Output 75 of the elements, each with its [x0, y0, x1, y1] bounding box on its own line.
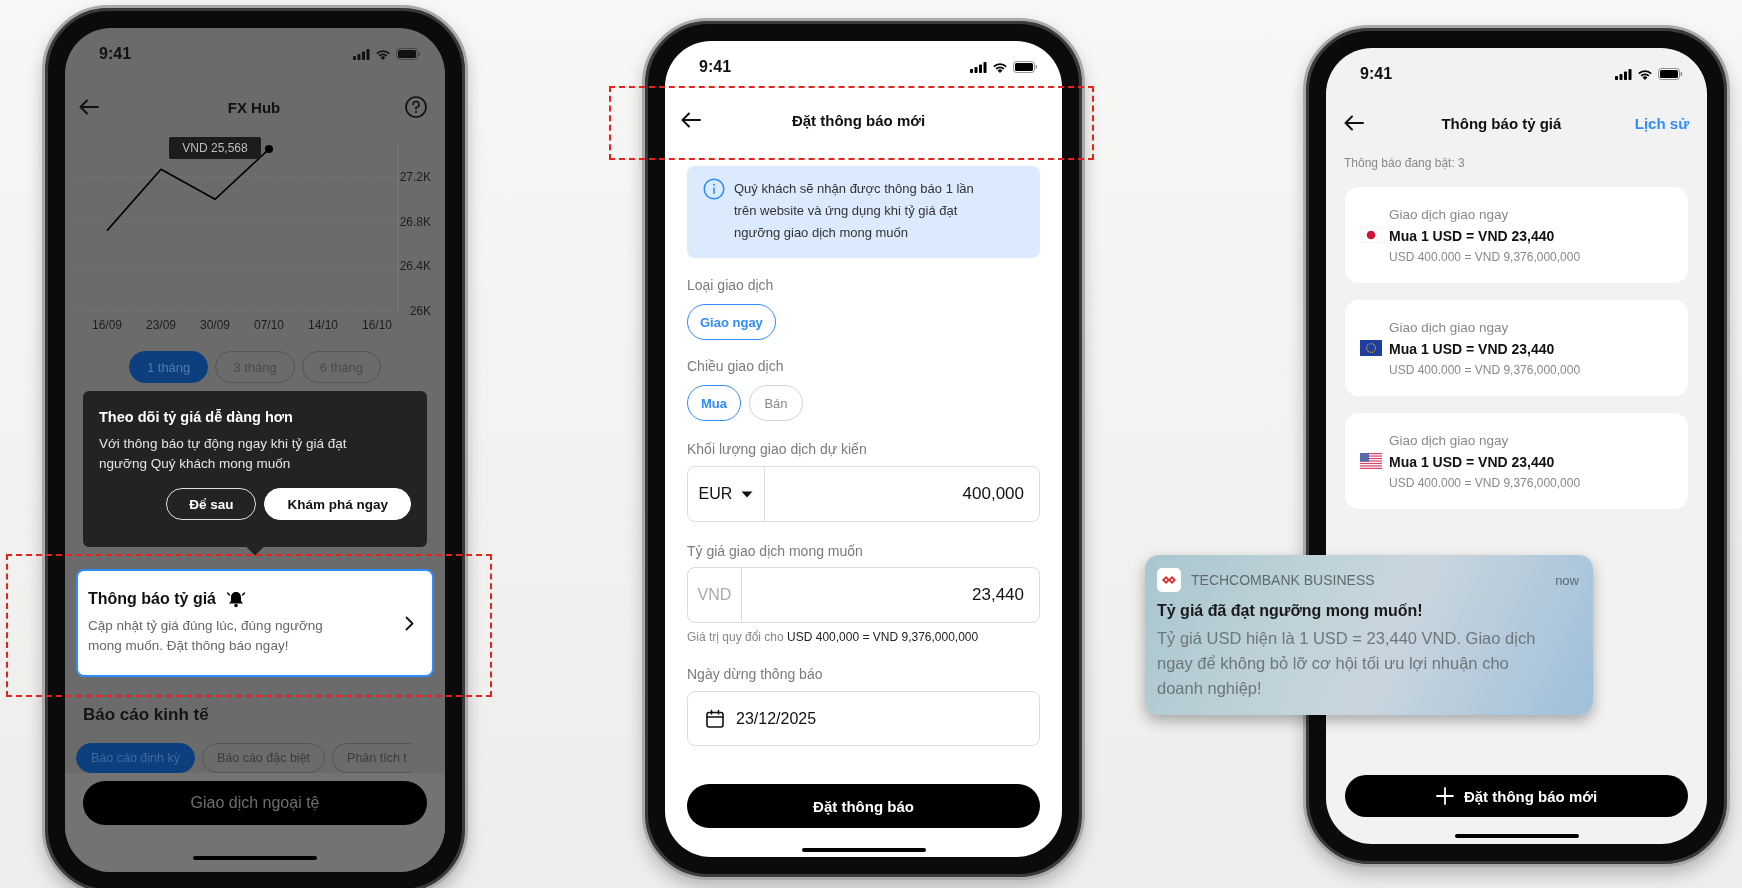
alert-card[interactable]: Giao dịch giao ngay Mua 1 USD = VND 23,440 USD 400.000 = VND 9,376,000,000 [1345, 187, 1688, 283]
wifi-icon [375, 48, 391, 60]
axis-tick-label: 27.2K [399, 170, 431, 184]
bell-icon [226, 590, 246, 608]
axis-tick-label: 26.8K [399, 214, 431, 229]
field-label: Ngày dừng thông báo [687, 665, 824, 683]
help-icon[interactable] [405, 96, 427, 118]
fx-trade-button[interactable]: Giao dịch ngoại tệ [83, 781, 427, 825]
axis-tick-label: 16/09 [92, 318, 122, 332]
battery-icon [1013, 61, 1038, 73]
section-heading: Báo cáo kinh tế [83, 704, 210, 726]
popup-text: Với thông báo tự động ngay khi tỷ giá đạt ngưỡng Quý khách mong muốn [99, 435, 348, 473]
app-name: TECHCOMBANK BUSINESS [1191, 572, 1375, 588]
data-point [265, 145, 273, 154]
notification-time: now [1555, 572, 1579, 588]
axis-tick-label: 30/09 [200, 318, 230, 332]
conversion-note: Giá trị quy đổi cho USD 400,000 = VND 9,376,000,000 [687, 630, 980, 644]
battery-icon [396, 48, 421, 60]
axis-tick-label: 26.4K [399, 259, 431, 274]
info-text: Quý khách sẽ nhận được thông báo 1 lần trên website và ứng dụng khi tỷ giá đạt ngưỡng giao dịch mong muốn [734, 180, 975, 242]
battery-icon [1658, 68, 1683, 80]
axis-tick-label: 14/10 [308, 318, 338, 332]
alert-rate: Mua 1 USD = VND 23,440 [1389, 340, 1556, 357]
us-flag-icon [1360, 453, 1382, 469]
option-chip[interactable]: Bán [749, 385, 803, 421]
status-time: 9:41 [699, 57, 732, 77]
alert-conversion: USD 400.000 = VND 9,376,000,000 [1389, 362, 1581, 377]
axis-tick-label: 23/09 [146, 318, 176, 332]
alert-conversion: USD 400.000 = VND 9,376,000,000 [1389, 249, 1581, 264]
alert-rate: Mua 1 USD = VND 23,440 [1389, 453, 1556, 470]
alert-card[interactable]: Giao dịch giao ngay Mua 1 USD = VND 23,440 USD 400.000 = VND 9,376,000,000 [1345, 300, 1688, 396]
date-field[interactable]: 23/12/2025 [687, 691, 1040, 746]
signal-icon [1615, 68, 1632, 80]
annotation: VND 25,568 [182, 141, 249, 156]
alert-card[interactable]: Giao dịch giao ngay Mua 1 USD = VND 23,440 USD 400.000 = VND 9,376,000,000 [1345, 413, 1688, 509]
status-time: 9:41 [1360, 64, 1393, 84]
alert-rate: Mua 1 USD = VND 23,440 [1389, 227, 1556, 244]
popup-title: Theo dõi tỷ giá dễ dàng hơn [99, 409, 294, 425]
wifi-icon [1637, 68, 1653, 80]
axis-tick-label: 16/10 [362, 318, 392, 332]
signal-icon [353, 48, 370, 60]
notification-text: Tỷ giá USD hiện là 1 USD = 23,440 VND. Giao dịch ngay để không bỏ lỡ cơ hội tối ưu lợi nhuận cho doanh nghiệp! [1157, 628, 1537, 699]
alert-conversion: USD 400.000 = VND 9,376,000,000 [1389, 475, 1581, 490]
plus-icon [1435, 787, 1454, 805]
eu-flag-icon [1360, 340, 1382, 356]
submit-button[interactable]: Đặt thông báo [687, 784, 1040, 828]
screen-title: Thông báo tỷ giá [1441, 114, 1562, 132]
wifi-icon [992, 61, 1008, 73]
push-notification[interactable]: TECHCOMBANK BUSINESS now Tỷ giá đã đạt ngưỡng mong muốn! Tỷ giá USD hiện là 1 USD = 23,440 VND. Giao dịch ngay để không bỏ lỡ cơ hội tối ưu lợi nhuận cho doanh nghiệp! [1145, 555, 1593, 715]
field-label: Khối lượng giao dịch dự kiến [687, 440, 868, 458]
alert-type: Giao dịch giao ngay [1389, 206, 1510, 222]
card-title: Thông báo tỷ giá [88, 590, 216, 608]
chart-tooltip: VND 25,568 [169, 137, 261, 160]
add-alert-button[interactable]: Đặt thông báo mới [1345, 775, 1688, 817]
screen-title: Đặt thông báo mới [791, 111, 926, 129]
active-count: Thông báo đang bật: 3 [1344, 155, 1466, 171]
card-description: Cập nhật tỷ giá đúng lúc, đúng ngưỡng mong muốn. Đặt thông báo ngay! [88, 617, 324, 655]
axis-tick-label: 07/10 [254, 318, 284, 332]
app-icon [1157, 568, 1181, 592]
calendar-icon [705, 708, 725, 729]
explore-button[interactable]: Khám phá ngay [264, 488, 411, 520]
axis-tick-label: 26K [409, 304, 431, 318]
alert-type: Giao dịch giao ngay [1389, 319, 1510, 335]
rate-alert-card[interactable]: Thông báo tỷ giá Cập nhật tỷ giá đúng lúc, đúng ngưỡng mong muốn. Đặt thông báo ngay! [76, 569, 434, 677]
info-icon [703, 178, 725, 200]
status-time: 9:41 [99, 44, 132, 64]
alert-type: Giao dịch giao ngay [1389, 432, 1510, 448]
screen-title: FX Hub [227, 98, 281, 116]
japan-flag-icon [1360, 227, 1382, 243]
field-label: Loại giao dịch [687, 276, 775, 294]
field-label: Tỷ giá giao dịch mong muốn [687, 542, 864, 560]
field-label: Chiều giao dịch [687, 357, 785, 375]
notification-title: Tỷ giá đã đạt ngưỡng mong muốn! [1157, 602, 1424, 620]
signal-icon [970, 61, 987, 73]
chevron-right-icon [405, 615, 414, 631]
